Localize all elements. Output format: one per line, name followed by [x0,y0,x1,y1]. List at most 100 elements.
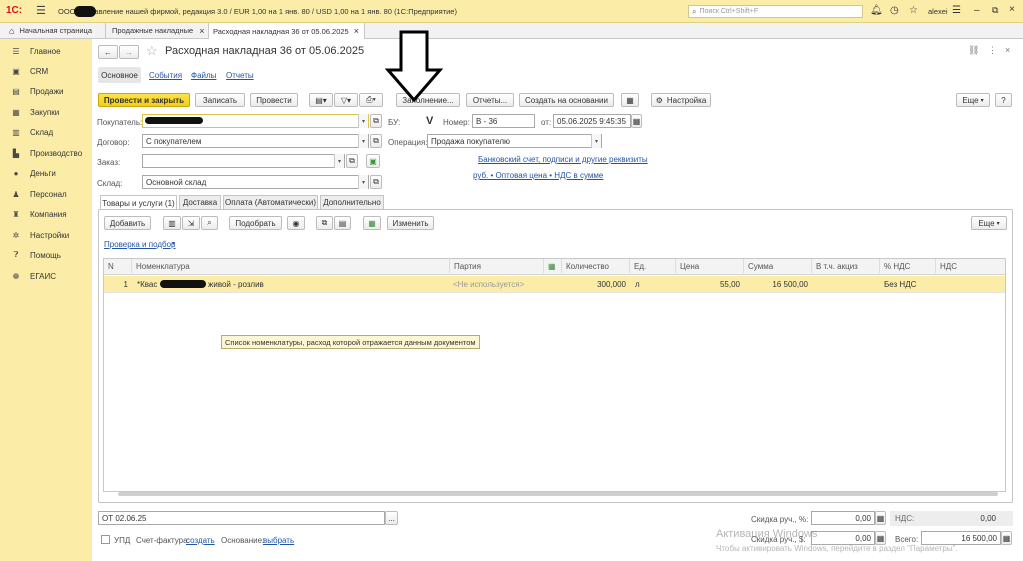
chevron-down-icon[interactable]: ▾ [358,134,368,148]
chevron-down-icon[interactable]: ▾ [591,134,601,148]
order-field[interactable] [142,154,345,168]
sidebar-item-help[interactable]: ❓︎ Помощь [0,245,92,265]
col-vat-rate[interactable]: % НДС [880,259,936,273]
bank-details-link[interactable]: Банковский счет, подписи и другие реквиз… [478,155,648,164]
back-button[interactable]: ← [98,45,118,59]
search-box[interactable]: ⌕ Поиск Ctrl+Shift+F [688,5,863,18]
col-qty[interactable]: Количество [562,259,630,273]
upd-checkbox[interactable] [101,535,110,544]
copy-button[interactable]: ⧉ [316,216,333,230]
number-field[interactable]: В - 36 [472,114,535,128]
sidebar-item-egais[interactable]: ❁ ЕГАИС [0,266,92,286]
open-contract-button[interactable]: ⧉ [370,134,382,148]
add-order-button[interactable]: ▣ [366,154,380,168]
comment-field[interactable]: ОТ 02.06.25 [98,511,385,525]
forward-button[interactable]: → [119,45,139,59]
restore-icon[interactable]: ⧉ [992,5,998,16]
chevron-down-icon[interactable]: ▾ [358,175,368,189]
pick-button[interactable]: Подобрать [229,216,282,230]
main-menu-icon[interactable]: ☰ [36,4,46,17]
change-button[interactable]: Изменить [387,216,434,230]
sidebar-item-main[interactable]: ☰ Главное [0,41,92,61]
col-unit[interactable]: Ед. [630,259,676,273]
horizontal-scrollbar[interactable] [118,492,998,496]
bu-checkbox[interactable]: V [426,115,433,127]
reports-button[interactable]: Отчеты... [466,93,514,107]
bell-icon[interactable]: 🔔︎ [870,5,883,16]
sidebar-item-production[interactable]: ▙ Производство [0,143,92,163]
search-item-button[interactable]: ⌕ [201,216,218,230]
sidebar-item-warehouse[interactable]: ▥ Склад [0,122,92,142]
sidebar-item-money[interactable]: ● Деньги [0,163,92,183]
nav-events[interactable]: События [149,71,182,80]
tab-home[interactable]: ⌂ Начальная страница [0,23,106,38]
operation-field[interactable]: Продажа покупателю [427,134,602,148]
calculator-button[interactable]: ▦ [875,531,886,545]
chevron-down-icon[interactable]: ▾ [358,114,368,128]
sidebar-item-sales[interactable]: ▤ Продажи [0,81,92,101]
sidebar-item-crm[interactable]: ▣ CRM [0,61,92,81]
invoice-create-link[interactable]: создать [186,536,215,545]
sidebar-item-company[interactable]: ♜ Компания [0,204,92,224]
sidebar-item-staff[interactable]: ♟ Персонал [0,184,92,204]
table-settings-button[interactable]: ▦ [363,216,381,230]
star-icon[interactable]: ☆ [909,5,918,16]
create-based-on-button[interactable]: Создать на основании [519,93,614,107]
sidebar-item-settings[interactable]: ✲ Настройки [0,225,92,245]
help-button[interactable]: ? [995,93,1012,107]
post-button[interactable]: Провести [250,93,298,107]
more-button[interactable]: Еще ▾ [956,93,990,107]
calculator-button[interactable]: ▦ [875,511,886,525]
col-item[interactable]: Номенклатура [132,259,450,273]
contract-field[interactable]: С покупателем [142,134,369,148]
close-tab-icon[interactable]: × [199,26,204,36]
save-button[interactable]: Записать [195,93,245,107]
table-row[interactable]: 1 *Квас живой - розлив <Не используется>… [104,276,1005,292]
col-price[interactable]: Цена [676,259,744,273]
history-icon[interactable]: ◷ [890,5,899,16]
col-excise[interactable]: В т.ч. акциз [812,259,880,273]
calendar-button[interactable]: ▦ [631,114,642,128]
col-vat[interactable]: НДС [936,259,1005,273]
close-window-icon[interactable]: × [1009,4,1015,15]
date-field[interactable]: 05.06.2025 9:45:35 [553,114,631,128]
chevron-down-icon[interactable]: ▾ [334,154,344,168]
check-and-pick-link[interactable]: Проверка и подбор [104,240,176,249]
add-row-button[interactable]: Добавить [104,216,151,230]
close-tab-icon[interactable]: × [354,26,359,36]
warehouse-field[interactable]: Основной склад [142,175,369,189]
tab-additional[interactable]: Дополнительно [320,195,384,209]
settings-menu-icon[interactable]: ☰ [952,5,961,16]
sidebar-item-purchases[interactable]: ▦ Закупки [0,102,92,122]
tab-payment[interactable]: Оплата (Автоматически) [223,195,318,209]
calculator-button[interactable]: ▦ [1001,531,1012,545]
col-n[interactable]: N [104,259,132,273]
col-barcode[interactable]: ▦ [544,259,562,273]
print-button[interactable]: ⎙▾ [359,93,383,107]
basis-select-link[interactable]: выбрать [263,536,294,545]
comment-expand-button[interactable]: ... [385,511,398,525]
favorite-star-icon[interactable]: ☆ [146,43,158,59]
import-button[interactable]: ⇲ [182,216,200,230]
tab-current-doc[interactable]: Расходная накладная 36 от 05.06.2025 × [209,23,365,39]
paste-button[interactable]: ▤ [334,216,351,230]
document-actions-button[interactable]: ▤▾ [309,93,333,107]
structure-button[interactable]: ▦ [621,93,639,107]
open-warehouse-button[interactable]: ⧉ [370,175,382,189]
col-batch[interactable]: Партия [450,259,544,273]
tab-delivery[interactable]: Доставка [179,195,221,209]
tab-invoices[interactable]: Продажные накладные × [106,23,209,38]
view-button[interactable]: ◉ [287,216,305,230]
close-doc-icon[interactable]: × [1005,45,1010,55]
user-name[interactable]: alexei [928,7,948,16]
tab-goods[interactable]: Товары и услуги (1) [100,195,177,210]
link-icon[interactable]: ⛓︎ [968,45,979,56]
nav-files[interactable]: Файлы [191,71,216,80]
post-and-close-button[interactable]: Провести и закрыть [98,93,190,107]
discount-pct-field[interactable]: 0,00 [811,511,875,525]
table-more-button[interactable]: Еще ▾ [971,216,1007,230]
chevron-down-icon[interactable]: ▾ [172,240,175,247]
open-order-button[interactable]: ⧉ [346,154,358,168]
barcode-button[interactable]: ▥ [163,216,181,230]
minimize-icon[interactable]: – [974,5,980,16]
